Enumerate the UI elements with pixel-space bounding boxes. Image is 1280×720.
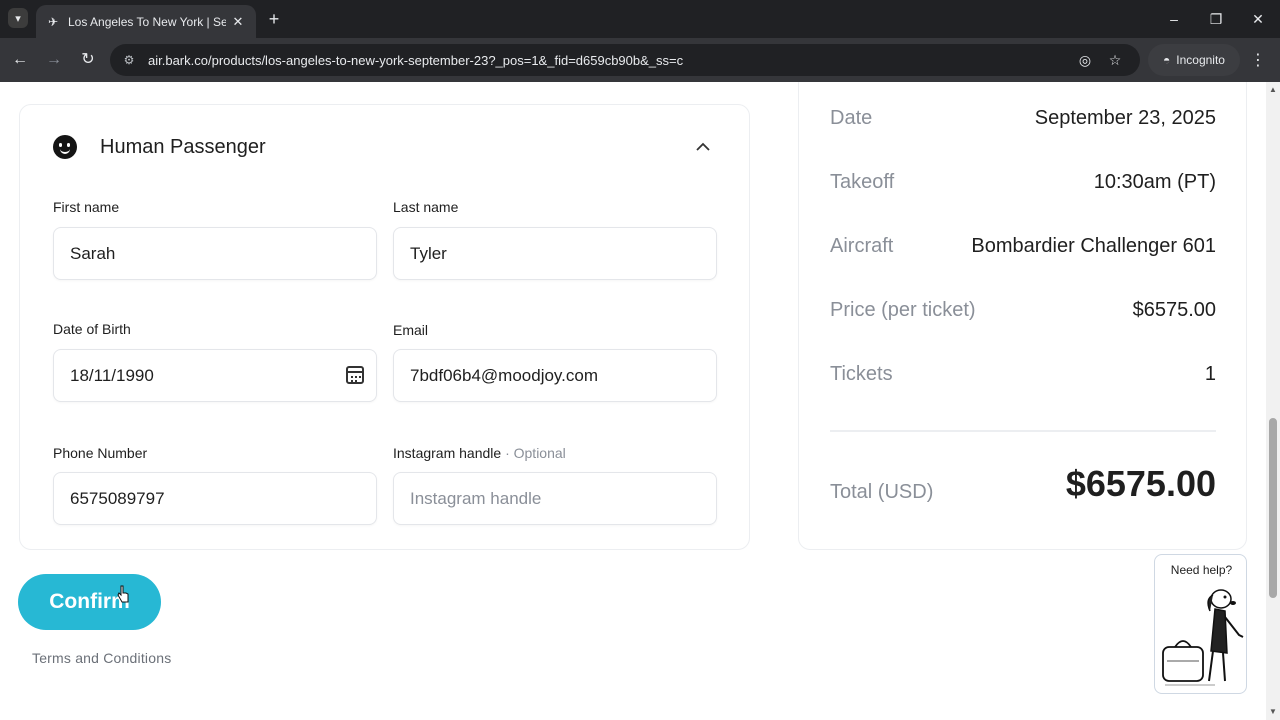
summary-value: 10:30am (PT) <box>1093 171 1216 193</box>
browser-tabstrip: ▾ ✈ Los Angeles To New York | Sept ✕ + –… <box>0 0 1280 38</box>
passenger-card-header[interactable]: Human Passenger <box>53 135 266 159</box>
tab-search-icon[interactable]: ▾ <box>8 8 28 28</box>
chevron-up-icon[interactable] <box>695 139 711 155</box>
last-name-input[interactable]: Tyler <box>393 227 717 280</box>
back-icon[interactable]: ← <box>10 50 30 70</box>
site-favicon-icon: ✈ <box>47 14 59 29</box>
site-info-icon[interactable]: ⚙ <box>122 53 136 67</box>
summary-key: Price (per ticket) <box>830 299 976 321</box>
dob-input[interactable]: 18/11/1990 <box>53 349 377 402</box>
phone-label: Phone Number <box>53 445 148 461</box>
browser-toolbar: ← → ↻ ⚙ air.bark.co/products/los-angeles… <box>0 38 1280 82</box>
summary-value: 1 <box>1204 363 1216 385</box>
incognito-icon: ◓ <box>1163 53 1171 67</box>
optional-tag: · Optional <box>505 445 566 461</box>
last-name-label: Last name <box>393 199 459 215</box>
first-name-label: First name <box>53 199 120 215</box>
summary-divider <box>830 430 1216 432</box>
dob-value: 18/11/1990 <box>70 365 154 385</box>
passenger-card: Human Passenger First name Sarah Last na… <box>19 104 750 550</box>
summary-row-takeoff: Takeoff 10:30am (PT) <box>830 171 1216 194</box>
reload-icon[interactable]: ↻ <box>78 50 98 70</box>
incognito-badge[interactable]: ◓ Incognito <box>1148 44 1240 76</box>
total-label: Total (USD) <box>830 480 934 503</box>
summary-row-date: Date September 23, 2025 <box>830 107 1216 130</box>
instagram-input[interactable]: Instagram handle <box>393 472 717 525</box>
new-tab-icon[interactable]: + <box>264 9 284 29</box>
summary-row-tickets: Tickets 1 <box>830 363 1216 386</box>
passenger-card-title: Human Passenger <box>100 135 266 158</box>
summary-key: Date <box>830 107 873 129</box>
email-input[interactable]: 7bdf06b4@moodjoy.com <box>393 349 717 402</box>
help-widget[interactable]: Need help? <box>1154 554 1247 694</box>
tab-close-icon[interactable]: ✕ <box>230 14 246 30</box>
eye-off-icon[interactable]: ◎ <box>1076 52 1094 69</box>
page-scrollbar[interactable]: ▲ ▼ <box>1266 82 1280 720</box>
incognito-label: Incognito <box>1176 53 1225 67</box>
terms-link[interactable]: Terms and Conditions <box>32 650 171 666</box>
bookmark-star-icon[interactable]: ☆ <box>1106 52 1124 69</box>
tab-title: Los Angeles To New York | Sept <box>68 14 226 29</box>
summary-total-row: Total (USD) $6575.00 <box>830 463 1216 505</box>
summary-key: Tickets <box>830 363 893 385</box>
order-summary: Date September 23, 2025 Takeoff 10:30am … <box>798 82 1247 550</box>
summary-key: Aircraft <box>830 235 894 257</box>
dob-label: Date of Birth <box>53 321 131 337</box>
phone-input[interactable]: 6575089797 <box>53 472 377 525</box>
scroll-down-icon[interactable]: ▼ <box>1269 708 1277 716</box>
help-label: Need help? <box>1170 563 1233 577</box>
minimize-icon[interactable]: – <box>1164 9 1184 29</box>
scrollbar-thumb[interactable] <box>1269 418 1277 598</box>
scroll-up-icon[interactable]: ▲ <box>1269 86 1277 94</box>
summary-value: September 23, 2025 <box>1034 107 1216 129</box>
total-value: $6575.00 <box>1065 463 1216 504</box>
calendar-icon[interactable] <box>346 366 364 384</box>
page-content: Human Passenger First name Sarah Last na… <box>0 82 1266 720</box>
browser-tab[interactable]: ✈ Los Angeles To New York | Sept ✕ <box>36 5 256 38</box>
summary-value: Bombardier Challenger 601 <box>971 235 1216 257</box>
forward-icon[interactable]: → <box>44 50 64 70</box>
first-name-input[interactable]: Sarah <box>53 227 377 280</box>
summary-row-price: Price (per ticket) $6575.00 <box>830 299 1216 322</box>
summary-key: Takeoff <box>830 171 895 193</box>
confirm-button[interactable]: Confirm <box>18 574 161 630</box>
window-close-icon[interactable]: ✕ <box>1248 9 1268 29</box>
address-bar[interactable]: ⚙ air.bark.co/products/los-angeles-to-ne… <box>110 44 1140 76</box>
url-text[interactable]: air.bark.co/products/los-angeles-to-new-… <box>148 53 683 68</box>
summary-value: $6575.00 <box>1132 299 1216 321</box>
instagram-label-text: Instagram handle <box>393 445 502 461</box>
email-label: Email <box>393 322 429 338</box>
dog-mascot-icon <box>1162 589 1244 686</box>
smiley-icon <box>53 135 77 159</box>
restore-icon[interactable]: ❐ <box>1206 9 1226 29</box>
browser-menu-icon[interactable]: ⋮ <box>1250 50 1266 70</box>
summary-row-aircraft: Aircraft Bombardier Challenger 601 <box>830 235 1216 258</box>
instagram-label: Instagram handle · Optional <box>393 445 566 461</box>
hand-cursor-icon <box>117 585 129 603</box>
